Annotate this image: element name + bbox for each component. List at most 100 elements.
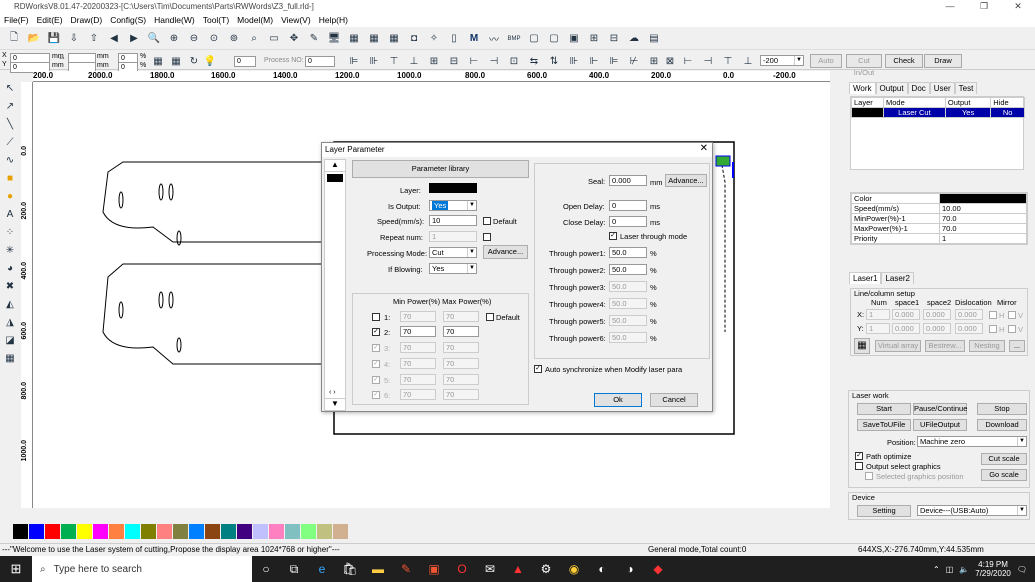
network-icon[interactable]: ◫ bbox=[946, 565, 954, 574]
windows-start-icon[interactable]: ⊞ bbox=[0, 561, 32, 577]
scroll-down-icon[interactable]: ▼ bbox=[325, 398, 345, 410]
acrobat-icon[interactable]: ▲ bbox=[504, 562, 532, 576]
layer-swatch[interactable] bbox=[327, 174, 343, 182]
output-select-checkbox[interactable] bbox=[855, 462, 863, 470]
path-optimize-checkbox[interactable]: ✓ bbox=[855, 452, 863, 460]
stop-button[interactable]: Stop bbox=[977, 403, 1027, 415]
power4-checkbox[interactable]: ✓ bbox=[372, 360, 380, 368]
minimize-button[interactable]: — bbox=[933, 1, 967, 12]
node-edit-icon[interactable]: ↗ bbox=[2, 98, 18, 114]
redo-icon[interactable]: ▶ bbox=[126, 31, 142, 47]
align-left-icon[interactable]: ⊫ bbox=[346, 53, 362, 69]
palette-swatch-1[interactable] bbox=[29, 523, 44, 539]
palette-swatch-2[interactable] bbox=[45, 523, 60, 539]
undo-icon[interactable]: ◀ bbox=[106, 31, 122, 47]
delete-icon[interactable]: ✖ bbox=[2, 278, 18, 294]
left-edge-icon[interactable]: ⊢ bbox=[680, 53, 696, 69]
tab-output[interactable]: Output bbox=[875, 82, 908, 94]
laser-through-checkbox[interactable]: ✓ bbox=[609, 232, 617, 240]
right-edge-icon[interactable]: ⊣ bbox=[700, 53, 716, 69]
power5-min[interactable]: 70 bbox=[400, 374, 436, 385]
ufile-output-button[interactable]: UFileOutput bbox=[913, 419, 967, 431]
star-icon[interactable]: ✳ bbox=[2, 242, 18, 258]
tab-laser1[interactable]: Laser1 bbox=[849, 272, 882, 284]
check-icon[interactable]: ▤ bbox=[646, 31, 662, 47]
tab-test[interactable]: Test bbox=[954, 82, 978, 94]
palette-swatch-18[interactable] bbox=[301, 523, 316, 539]
through-power3-input[interactable]: 50.0 bbox=[609, 281, 647, 292]
rotate-icon[interactable]: ↻ bbox=[186, 53, 202, 69]
frame-icon[interactable]: ▢ bbox=[526, 31, 542, 47]
power3-min[interactable]: 70 bbox=[400, 342, 436, 353]
app-icon[interactable]: ✎ bbox=[392, 562, 420, 576]
power6-min[interactable]: 70 bbox=[400, 389, 436, 400]
go-scale-button[interactable]: Go scale bbox=[981, 469, 1027, 481]
virtual-array-button[interactable]: Virtual array bbox=[875, 340, 921, 352]
x-mirror-h-checkbox[interactable] bbox=[989, 311, 997, 319]
through-power4-input[interactable]: 50.0 bbox=[609, 298, 647, 309]
cancel-button[interactable]: Cancel bbox=[650, 393, 698, 407]
bestrew-button[interactable]: Bestrew... bbox=[925, 340, 965, 352]
same-height-icon[interactable]: ⊣ bbox=[486, 53, 502, 69]
curve-icon[interactable]: 〰 bbox=[486, 31, 502, 47]
lock-icon[interactable]: ⇔ bbox=[58, 53, 66, 62]
palette-swatch-7[interactable] bbox=[125, 523, 140, 539]
palette-swatch-13[interactable] bbox=[221, 523, 236, 539]
save-icon[interactable]: 💾 bbox=[46, 31, 62, 47]
vertical-scrollbar[interactable] bbox=[830, 82, 842, 508]
process-no-field[interactable]: 0 bbox=[305, 56, 335, 67]
volume-icon[interactable]: 🔈 bbox=[959, 565, 969, 574]
clock[interactable]: 4:19 PM 7/29/2020 bbox=[975, 560, 1011, 578]
power-default-checkbox[interactable] bbox=[486, 313, 494, 321]
dist-v-icon[interactable]: ⊩ bbox=[586, 53, 602, 69]
pen-icon[interactable]: ✎ bbox=[306, 31, 322, 47]
palette-swatch-4[interactable] bbox=[77, 523, 92, 539]
new-file-icon[interactable]: 🗋 bbox=[6, 31, 22, 47]
seal-input[interactable]: 0.000 bbox=[609, 175, 647, 186]
cortana-icon[interactable]: ○ bbox=[252, 562, 280, 576]
power4-max[interactable]: 70 bbox=[443, 358, 479, 369]
tab-laser2[interactable]: Laser2 bbox=[881, 272, 914, 284]
auto-sync-checkbox[interactable]: ✓ bbox=[534, 365, 542, 373]
y-dislocation-input[interactable]: 0.000 bbox=[955, 323, 983, 334]
through-power5-input[interactable]: 50.0 bbox=[609, 315, 647, 326]
bottom-edge-icon[interactable]: ⊥ bbox=[740, 53, 756, 69]
palette-swatch-12[interactable] bbox=[205, 523, 220, 539]
align-top-icon[interactable]: ⊤ bbox=[386, 53, 402, 69]
center-icon[interactable]: ⊡ bbox=[506, 53, 522, 69]
through-power6-input[interactable]: 50.0 bbox=[609, 332, 647, 343]
grid2-icon[interactable]: ▦ bbox=[168, 53, 184, 69]
draw-button[interactable]: Draw bbox=[924, 54, 962, 68]
dialog-close-icon[interactable]: ✕ bbox=[700, 143, 708, 154]
palette-swatch-11[interactable] bbox=[189, 523, 204, 539]
pan-icon[interactable]: ✥ bbox=[286, 31, 302, 47]
blowing-select[interactable]: Yes ▼ bbox=[429, 263, 477, 274]
palette-swatch-16[interactable] bbox=[269, 523, 284, 539]
x-dislocation-input[interactable]: 0.000 bbox=[955, 309, 983, 320]
camera-icon[interactable]: ◘ bbox=[406, 31, 422, 47]
scroll-lr-icon[interactable]: ‹ › bbox=[329, 389, 336, 396]
monitor-icon[interactable]: 🖥 bbox=[326, 31, 342, 47]
spacing-icon[interactable]: ⊫ bbox=[606, 53, 622, 69]
zoom-data-icon[interactable]: ⊚ bbox=[226, 31, 242, 47]
close-delay-input[interactable]: 0 bbox=[609, 216, 647, 227]
select-rect-icon[interactable]: ▭ bbox=[266, 31, 282, 47]
angle-field[interactable]: 0 bbox=[234, 56, 256, 67]
palette-swatch-19[interactable] bbox=[317, 523, 332, 539]
x-space2-input[interactable]: 0.000 bbox=[923, 309, 951, 320]
power1-checkbox[interactable] bbox=[372, 313, 380, 321]
rdworks-icon[interactable]: ◆ bbox=[644, 562, 672, 576]
opera-icon[interactable]: O bbox=[448, 562, 476, 576]
speed-input[interactable]: 10 bbox=[429, 215, 477, 226]
palette-icon[interactable]: ◕ bbox=[2, 260, 18, 276]
bmp-icon[interactable]: BMP bbox=[506, 31, 522, 47]
line-icon[interactable]: ╲ bbox=[2, 116, 18, 132]
open-folder-icon[interactable]: 📂 bbox=[26, 31, 42, 47]
same-width-icon[interactable]: ⊢ bbox=[466, 53, 482, 69]
power4-min[interactable]: 70 bbox=[400, 358, 436, 369]
palette-swatch-0[interactable] bbox=[13, 523, 28, 539]
menu-file[interactable]: File(F) bbox=[0, 15, 33, 25]
array-tool-icon[interactable]: ▦ bbox=[2, 350, 18, 366]
menu-tool[interactable]: Tool(T) bbox=[199, 15, 233, 25]
processing-advance-button[interactable]: Advance... bbox=[483, 245, 528, 259]
